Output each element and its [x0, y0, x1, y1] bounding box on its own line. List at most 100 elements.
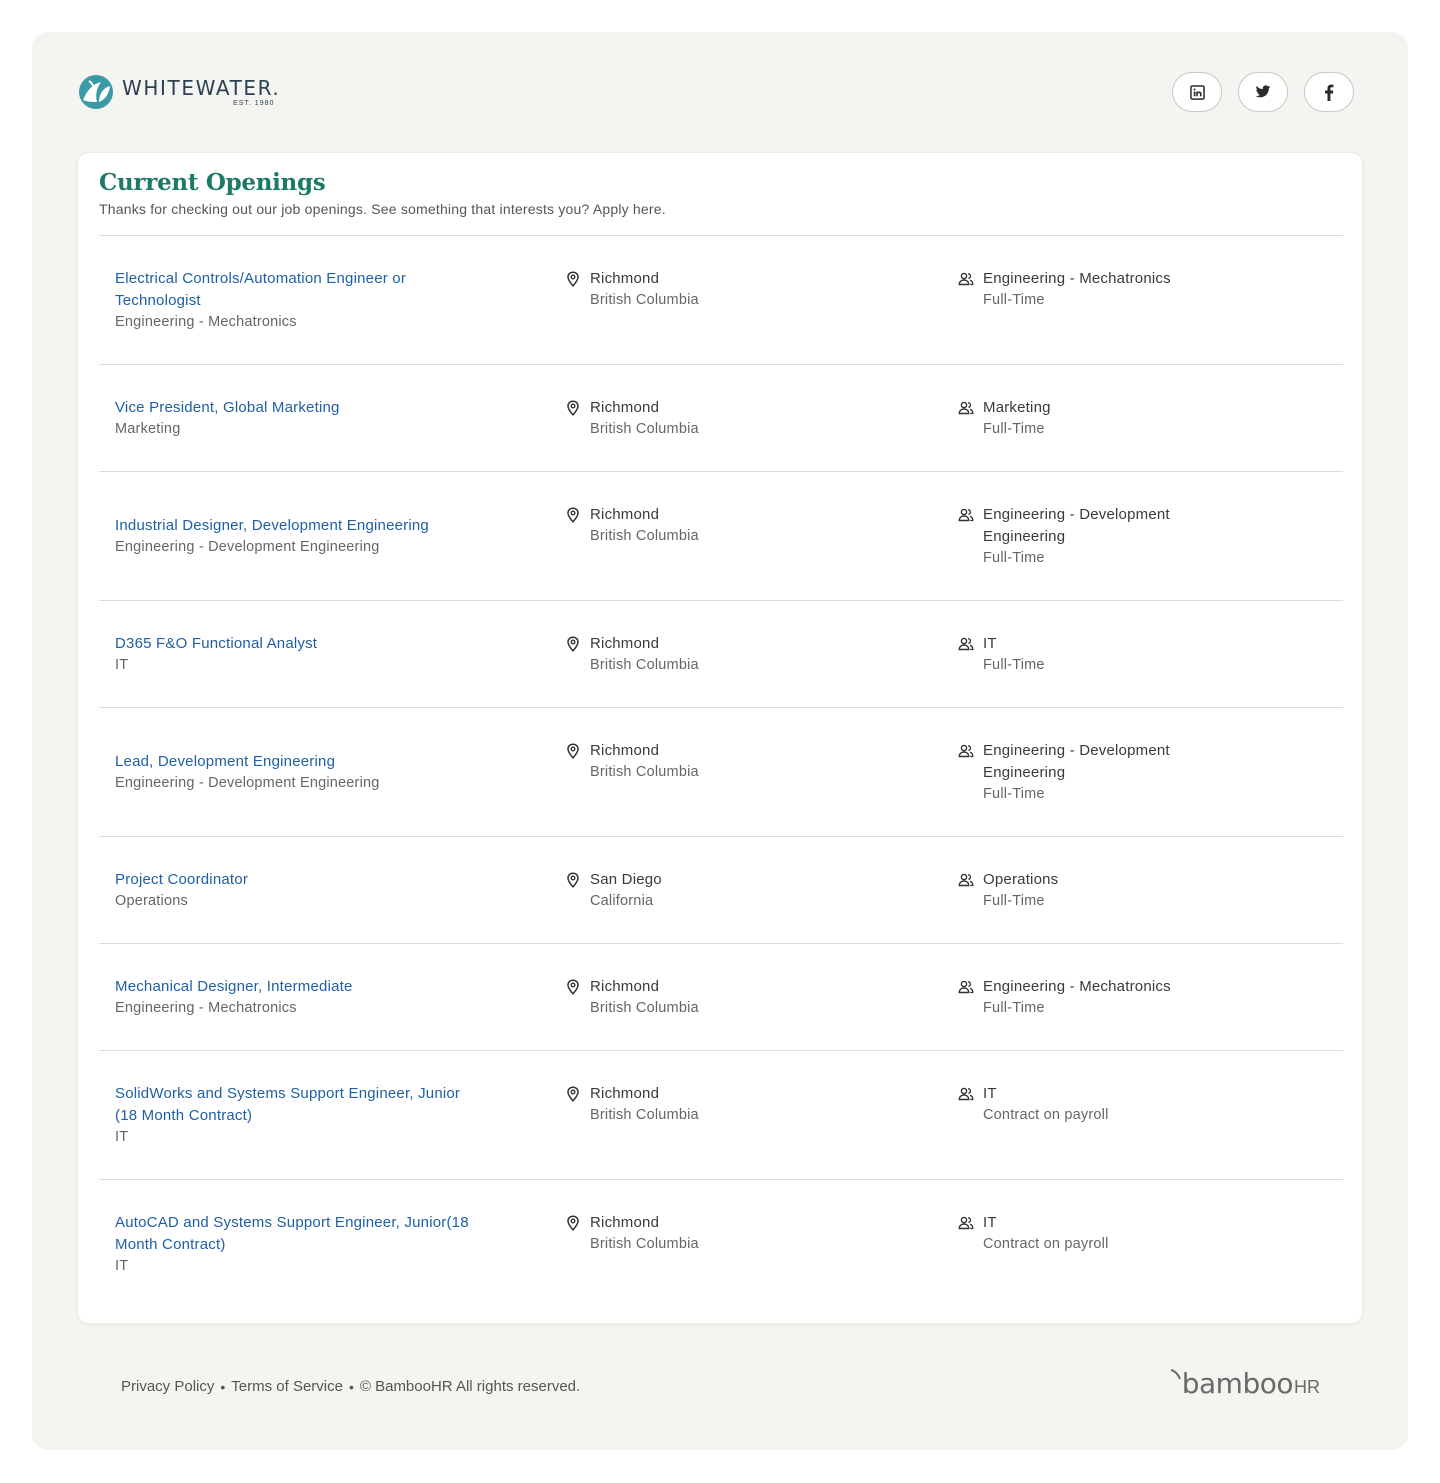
job-team: Engineering - Development Engineering Ful… — [958, 740, 1193, 805]
job-location: Richmond British Columbia — [565, 397, 699, 440]
bamboo-hr-wordmark: HR — [1294, 1377, 1320, 1397]
twitter-button[interactable] — [1238, 72, 1288, 112]
job-team-line: Marketing — [983, 399, 1051, 416]
people-icon — [958, 401, 974, 415]
bamboo-wordmark: bamboo — [1181, 1367, 1294, 1400]
job-list: Electrical Controls/Automation Engineer … — [99, 235, 1343, 1308]
job-team-line: Engineering — [983, 528, 1066, 546]
logo-est: EST. 1980 — [233, 100, 275, 107]
people-icon — [958, 744, 974, 758]
job-title-line[interactable]: D365 F&O Functional Analyst — [115, 635, 317, 652]
job-department: IT — [115, 656, 129, 673]
job-row: AutoCAD and Systems Support Engineer, Ju… — [99, 1179, 1343, 1308]
job-team-name: Operations — [983, 869, 1193, 891]
job-title-link[interactable]: Electrical Controls/Automation Engineer … — [115, 268, 565, 312]
job-title-link[interactable]: Lead, Development Engineering — [115, 751, 565, 773]
job-title-line[interactable]: Mechanical Designer, Intermediate — [115, 978, 353, 995]
job-region: British Columbia — [590, 528, 699, 544]
job-team-name: IT — [983, 1212, 1193, 1234]
location-pin-icon — [567, 979, 579, 995]
job-city: Richmond — [590, 399, 660, 416]
job-region: British Columbia — [590, 421, 699, 437]
job-title-link[interactable]: SolidWorks and Systems Support Engineer,… — [115, 1083, 565, 1127]
job-department: Engineering - Development Engineering — [115, 538, 380, 555]
job-location: Richmond British Columbia — [565, 1083, 699, 1126]
job-team: Engineering - Development Engineering Ful… — [958, 504, 1193, 569]
job-title-line[interactable]: AutoCAD and Systems Support Engineer, Ju… — [115, 1214, 469, 1231]
job-title-line[interactable]: Electrical Controls/Automation Engineer … — [115, 270, 406, 287]
job-team: IT Contract on payroll — [958, 1212, 1193, 1255]
job-team-name: Engineering - Mechatronics — [983, 268, 1193, 290]
job-city: Richmond — [590, 270, 660, 287]
job-row: Project Coordinator Operations San Diego… — [99, 836, 1343, 943]
job-location: Richmond British Columbia — [565, 1212, 699, 1255]
job-team: Marketing Full-Time — [958, 397, 1193, 440]
job-title-line[interactable]: Project Coordinator — [115, 871, 248, 888]
job-employment-type: Full-Time — [983, 292, 1045, 308]
terms-of-service-link[interactable]: Terms of Service — [231, 1378, 343, 1395]
job-team-line: Engineering - Mechatronics — [983, 270, 1171, 287]
job-title-link[interactable]: Mechanical Designer, Intermediate — [115, 976, 565, 998]
job-team-line: Engineering - Mechatronics — [983, 978, 1171, 995]
location-pin-icon — [567, 872, 579, 888]
job-row: SolidWorks and Systems Support Engineer,… — [99, 1050, 1343, 1179]
location-pin-icon — [567, 271, 579, 287]
location-pin-icon — [567, 1215, 579, 1231]
job-city: San Diego — [590, 871, 662, 888]
bamboohr-logo[interactable]: bamboo HR — [1170, 1369, 1320, 1399]
job-location: San Diego California — [565, 869, 662, 912]
job-title-link[interactable]: Project Coordinator — [115, 869, 565, 891]
job-row: Lead, Development Engineering Engineerin… — [99, 707, 1343, 836]
footer-separator: • — [348, 1378, 354, 1395]
job-city: Richmond — [590, 978, 660, 995]
page-title: Current Openings — [99, 169, 326, 196]
facebook-icon — [1325, 84, 1334, 101]
privacy-policy-link[interactable]: Privacy Policy — [121, 1378, 214, 1395]
people-icon — [958, 508, 974, 522]
job-title-link[interactable]: Industrial Designer, Development Enginee… — [115, 515, 565, 537]
job-title-link[interactable]: Vice President, Global Marketing — [115, 397, 565, 419]
people-icon — [958, 637, 974, 651]
location-pin-icon — [567, 400, 579, 416]
job-row: Vice President, Global Marketing Marketi… — [99, 364, 1343, 471]
job-team-line: IT — [983, 635, 997, 652]
job-title-line[interactable]: (18 Month Contract) — [115, 1107, 252, 1124]
people-icon — [958, 272, 974, 286]
job-row: D365 F&O Functional Analyst IT Richmond … — [99, 600, 1343, 707]
copyright-text: © BambooHR All rights reserved. — [359, 1378, 581, 1395]
location-pin-icon — [567, 507, 579, 523]
job-title-line[interactable]: Vice President, Global Marketing — [115, 399, 340, 416]
job-row: Industrial Designer, Development Enginee… — [99, 471, 1343, 600]
job-region: British Columbia — [590, 1236, 699, 1252]
job-employment-type: Contract on payroll — [983, 1107, 1109, 1123]
job-title-link[interactable]: D365 F&O Functional Analyst — [115, 633, 565, 655]
job-row: Electrical Controls/Automation Engineer … — [99, 235, 1343, 364]
job-city: Richmond — [590, 635, 660, 652]
twitter-icon — [1255, 85, 1271, 98]
people-icon — [958, 1216, 974, 1230]
page-subtitle: Thanks for checking out our job openings… — [99, 201, 666, 217]
job-location: Richmond British Columbia — [565, 633, 699, 676]
job-location: Richmond British Columbia — [565, 268, 699, 311]
job-title-line[interactable]: Lead, Development Engineering — [115, 753, 335, 770]
social-links — [1172, 72, 1354, 112]
job-title-link[interactable]: AutoCAD and Systems Support Engineer, Ju… — [115, 1212, 565, 1256]
linkedin-button[interactable] — [1172, 72, 1222, 112]
job-title-line[interactable]: Industrial Designer, Development Enginee… — [115, 517, 429, 534]
job-employment-type: Full-Time — [983, 421, 1045, 437]
job-title-column: SolidWorks and Systems Support Engineer,… — [115, 1083, 565, 1148]
job-title-line[interactable]: Month Contract) — [115, 1236, 226, 1253]
job-row: Mechanical Designer, Intermediate Engine… — [99, 943, 1343, 1050]
job-employment-type: Full-Time — [983, 786, 1045, 803]
job-title-column: Project Coordinator Operations — [115, 869, 565, 912]
job-region: British Columbia — [590, 764, 699, 780]
job-location: Richmond British Columbia — [565, 976, 699, 1019]
job-team-name: Engineering - Development Engineering — [983, 740, 1193, 784]
company-logo[interactable]: WHITEWATER. EST. 1980 — [77, 72, 280, 112]
whitewater-logo-icon — [79, 75, 113, 109]
job-title-line[interactable]: Technologist — [115, 292, 201, 309]
job-department: IT — [115, 1257, 129, 1274]
job-title-line[interactable]: SolidWorks and Systems Support Engineer,… — [115, 1085, 460, 1102]
job-team: Engineering - Mechatronics Full-Time — [958, 976, 1193, 1019]
facebook-button[interactable] — [1304, 72, 1354, 112]
